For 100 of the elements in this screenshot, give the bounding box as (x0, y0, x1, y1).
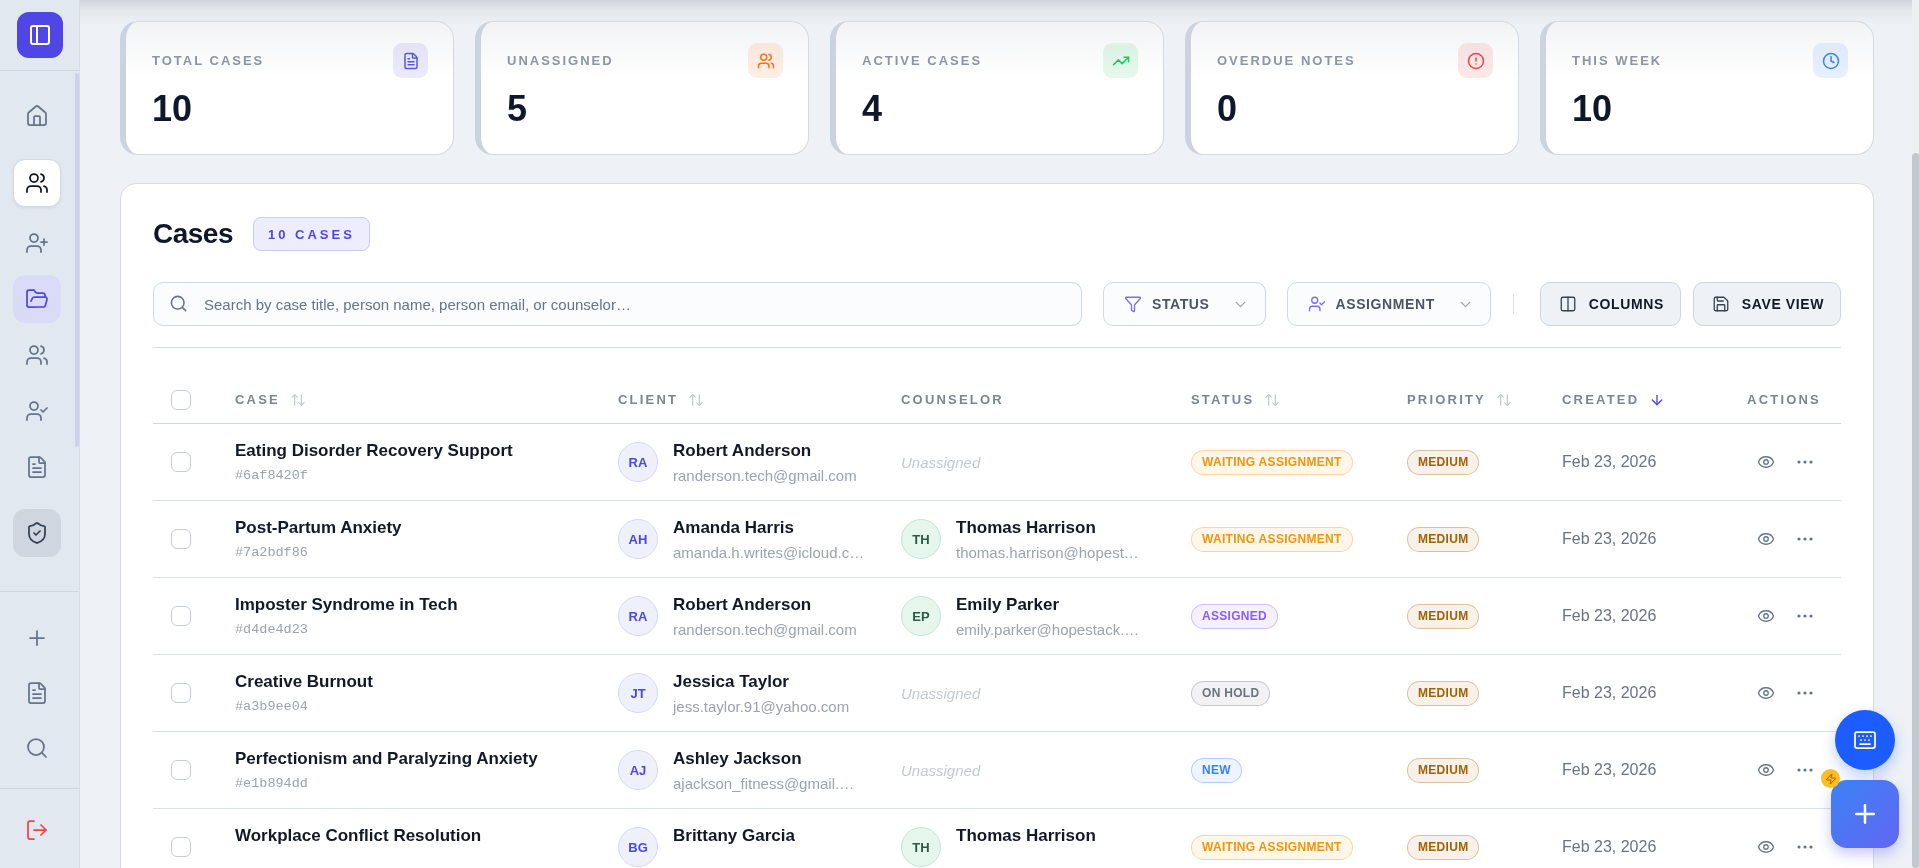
search-field[interactable]: Search by case title, person name, person email, or counselor… (153, 282, 1082, 326)
priority-tag: MEDIUM (1407, 680, 1480, 706)
created-date: Feb 23, 2026 (1562, 453, 1657, 471)
more-icon (1797, 614, 1813, 618)
unassigned-text: Unassigned (901, 761, 981, 779)
column-header: ACTIONS (1747, 392, 1821, 407)
nav-button[interactable] (12, 159, 61, 207)
created-date: Feb 23, 2026 (1562, 530, 1657, 548)
folder-icon (24, 287, 49, 311)
filter-dropdown[interactable]: STATUS (1103, 282, 1266, 326)
more-button[interactable] (1797, 691, 1813, 695)
row-checkbox[interactable] (171, 683, 191, 703)
case-title[interactable]: Creative Burnout (235, 671, 373, 693)
save-icon (1711, 295, 1730, 313)
keyboard-icon (1853, 728, 1877, 752)
case-title[interactable]: Perfectionism and Paralyzing Anxiety (235, 748, 538, 770)
toolbar-button[interactable]: SAVE VIEW (1692, 282, 1841, 326)
case-title[interactable]: Imposter Syndrome in Tech (235, 594, 458, 616)
case-title[interactable]: Post-Partum Anxiety (235, 517, 402, 539)
more-button[interactable] (1797, 537, 1813, 541)
case-id: #d4de4d23 (235, 621, 309, 639)
client-avatar: JT (618, 673, 658, 713)
case-id: #7a2bdf86 (235, 544, 309, 562)
column-header[interactable]: CASE (235, 391, 306, 408)
column-header[interactable]: PRIORITY (1407, 391, 1512, 408)
row-checkbox[interactable] (171, 760, 191, 780)
case-title[interactable]: Eating Disorder Recovery Support (235, 440, 513, 462)
more-button[interactable] (1797, 768, 1813, 772)
created-date: Feb 23, 2026 (1562, 684, 1657, 702)
priority-tag: MEDIUM (1407, 603, 1480, 629)
client-name: Robert Anderson (673, 594, 813, 616)
client-name: Amanda Harris (673, 517, 795, 539)
column-header[interactable]: STATUS (1191, 391, 1281, 408)
view-button[interactable] (1757, 684, 1775, 702)
select-all-checkbox[interactable] (171, 389, 191, 410)
client-avatar: RA (618, 442, 658, 482)
client-email: jess.taylor.91@yahoo.com (673, 697, 850, 717)
stat-value: 10 (152, 89, 194, 129)
row-checkbox[interactable] (171, 452, 191, 472)
add-button[interactable] (1831, 780, 1899, 848)
user-check-icon (24, 399, 49, 423)
unassigned-text: Unassigned (901, 684, 981, 702)
filter-dropdown[interactable]: ASSIGNMENT (1286, 282, 1491, 326)
client-email: randerson.tech@gmail.com (673, 466, 857, 486)
view-button[interactable] (1757, 453, 1775, 471)
users-icon (24, 343, 49, 367)
stat-value: 10 (1572, 89, 1614, 129)
client-avatar: AJ (618, 750, 658, 790)
client-email: amanda.h.writes@icloud.c… (673, 543, 865, 563)
more-icon (1797, 845, 1813, 849)
filter-icon (1124, 295, 1142, 313)
stat-value: 4 (862, 89, 884, 129)
more-button[interactable] (1797, 614, 1813, 618)
row-checkbox[interactable] (171, 837, 191, 857)
more-button[interactable] (1797, 845, 1813, 849)
nav-button[interactable] (12, 509, 61, 557)
stat-label: THIS WEEK (1572, 53, 1663, 68)
client-avatar: AH (618, 519, 658, 559)
row-checkbox[interactable] (171, 529, 191, 549)
status-tag: WAITING ASSIGNMENT (1191, 526, 1353, 552)
toolbar-button[interactable]: COLUMNS (1539, 282, 1681, 326)
priority-tag: MEDIUM (1407, 526, 1480, 552)
case-id: #e1b894dd (235, 775, 309, 793)
stat-label: TOTAL CASES (152, 53, 265, 68)
view-button[interactable] (1757, 838, 1775, 856)
unassigned-text: Unassigned (901, 453, 981, 471)
more-icon (1797, 768, 1813, 772)
counselor-email: emily.parker@hopestack.… (956, 620, 1140, 640)
client-avatar: BG (618, 827, 658, 867)
view-button[interactable] (1757, 530, 1775, 548)
client-avatar: RA (618, 596, 658, 636)
columns-icon (1558, 295, 1577, 313)
house-icon (24, 104, 49, 128)
view-button[interactable] (1757, 761, 1775, 779)
stat-label: UNASSIGNED (507, 53, 614, 68)
more-button[interactable] (1797, 460, 1813, 464)
case-title[interactable]: Workplace Conflict Resolution (235, 825, 482, 847)
counselor-avatar: TH (901, 519, 941, 559)
more-icon (1797, 460, 1813, 464)
stat-value: 5 (507, 89, 529, 129)
priority-tag: MEDIUM (1407, 757, 1480, 783)
priority-tag: MEDIUM (1407, 834, 1480, 860)
user-check-icon (1307, 295, 1326, 313)
eye-icon (1757, 684, 1775, 702)
search-icon (169, 294, 188, 313)
client-name: Brittany Garcia (673, 825, 795, 847)
scrollbar-thumb[interactable] (1912, 153, 1919, 868)
eye-icon (1757, 761, 1775, 779)
client-name: Jessica Taylor (673, 671, 790, 693)
client-name: Robert Anderson (673, 440, 813, 462)
row-checkbox[interactable] (171, 606, 191, 626)
column-header[interactable]: CLIENT (618, 391, 705, 408)
sidebar-toggle-icon[interactable] (16, 12, 63, 58)
user-plus-icon (24, 231, 49, 255)
counselor-avatar: EP (901, 596, 941, 636)
column-header[interactable]: CREATED (1562, 391, 1666, 408)
view-button[interactable] (1757, 607, 1775, 625)
more-icon (1797, 691, 1813, 695)
search-icon (24, 736, 49, 760)
created-date: Feb 23, 2026 (1562, 838, 1657, 856)
